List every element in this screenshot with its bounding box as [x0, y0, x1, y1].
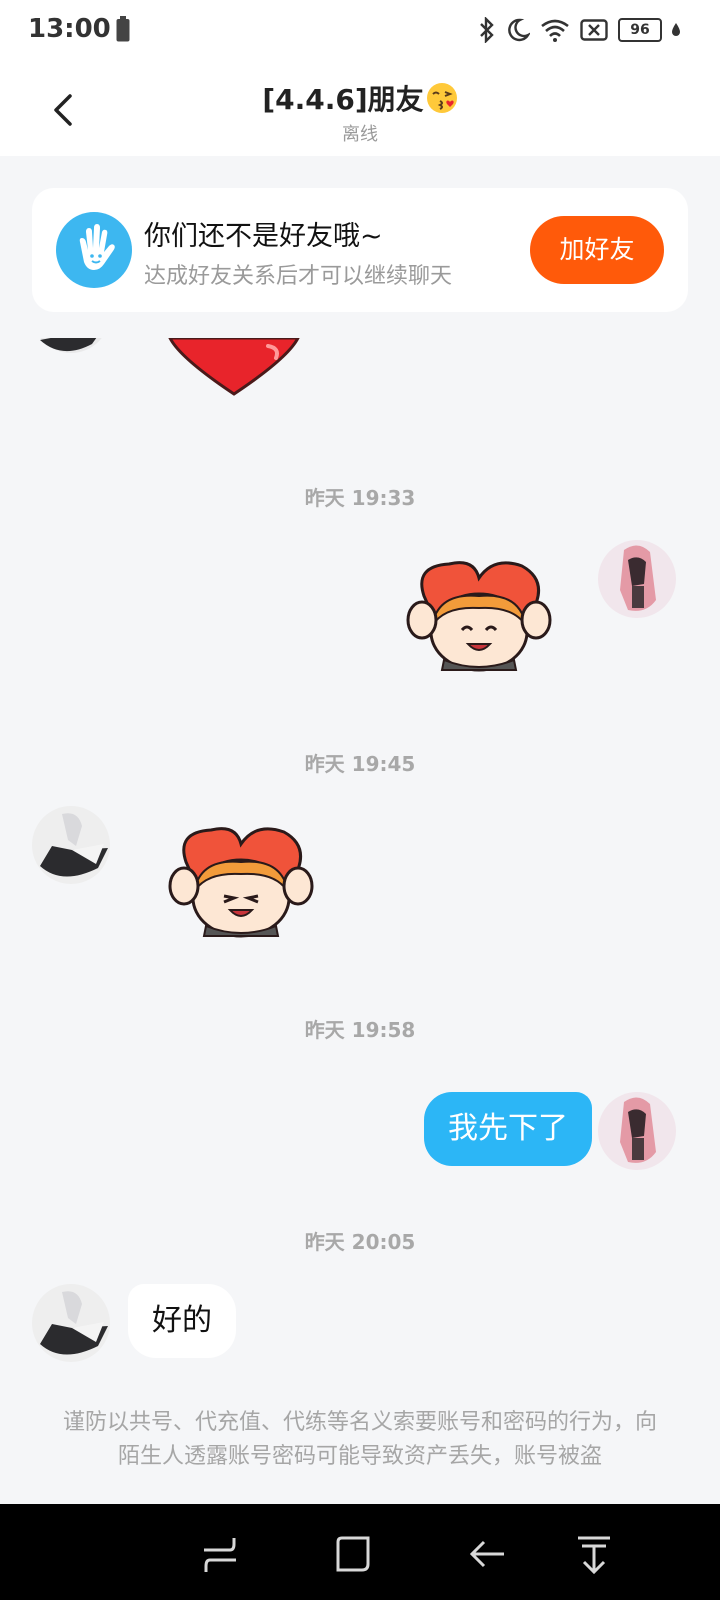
moon-icon	[508, 18, 530, 42]
bluetooth-icon	[480, 17, 494, 43]
status-bar: 13:00 96	[0, 0, 720, 62]
chat-header: [4.4.6]朋友 离线	[0, 62, 720, 156]
safety-notice: 谨防以共号、代充值、代练等名义索要账号和密码的行为，向陌生人透露账号密码可能导致…	[62, 1410, 657, 1469]
home-icon[interactable]	[334, 1534, 374, 1574]
status-time: 13:00	[28, 14, 111, 44]
add-friend-button[interactable]: 加好友	[530, 216, 664, 284]
message-timestamp: 昨天 20:05	[304, 1230, 416, 1254]
left-avatar-partial[interactable]	[32, 320, 110, 354]
battery-icon: 96	[618, 18, 662, 42]
page-title: [4.4.6]朋友	[0, 78, 720, 118]
back-icon[interactable]	[468, 1534, 508, 1574]
message-timestamp: 昨天 19:58	[304, 1018, 416, 1042]
recent-apps-icon[interactable]	[200, 1534, 240, 1574]
friend-request-banner: 你们还不是好友哦~ 达成好友关系后才可以继续聊天 加好友	[32, 188, 688, 312]
my-avatar[interactable]	[598, 540, 676, 618]
kissing-face-emoji-icon	[426, 83, 457, 113]
red-heart-sticker[interactable]	[168, 338, 300, 396]
sent-message-bubble[interactable]: 我先下了	[424, 1092, 592, 1166]
battery-low-icon	[116, 16, 130, 42]
received-message-bubble[interactable]: 好的	[128, 1284, 236, 1358]
girl-holding-heart-sticker[interactable]	[166, 822, 316, 940]
charging-icon	[672, 23, 680, 36]
contact-avatar[interactable]	[32, 806, 110, 884]
girl-holding-heart-sticker[interactable]	[404, 556, 554, 674]
message-timestamp: 昨天 19:33	[304, 486, 416, 510]
online-status: 离线	[342, 124, 378, 145]
wave-hand-icon	[56, 212, 132, 288]
notification-pull-icon[interactable]	[574, 1534, 614, 1574]
sim-x-icon	[580, 19, 608, 41]
contact-name: [4.4.6]朋友	[262, 83, 424, 116]
banner-subtitle: 达成好友关系后才可以继续聊天	[144, 264, 453, 289]
message-timestamp: 昨天 19:45	[304, 752, 416, 776]
status-icons: 96	[478, 16, 680, 44]
banner-title: 你们还不是好友哦~	[144, 221, 383, 252]
my-avatar[interactable]	[598, 1092, 676, 1170]
system-nav-bar	[0, 1504, 720, 1600]
contact-avatar[interactable]	[32, 1284, 110, 1362]
wifi-icon	[541, 19, 569, 42]
